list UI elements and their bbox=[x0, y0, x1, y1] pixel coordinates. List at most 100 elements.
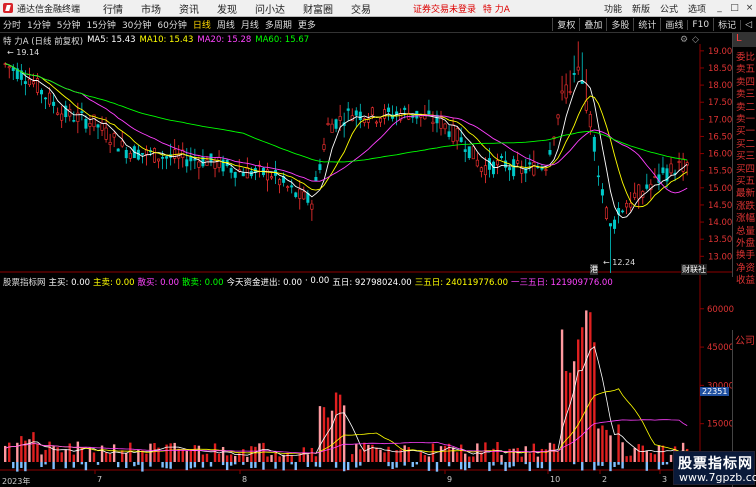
one-three-five-line bbox=[5, 419, 688, 454]
candle-body bbox=[487, 158, 491, 170]
flow-bar-positive bbox=[274, 452, 277, 462]
side-tab-9[interactable]: 买四 bbox=[733, 161, 756, 173]
price-axis-label: 17.00 bbox=[708, 115, 732, 125]
flow-bar-negative bbox=[342, 462, 346, 472]
candle-body bbox=[596, 175, 600, 178]
ma5-line bbox=[5, 63, 688, 219]
candle-body bbox=[483, 165, 487, 176]
side-tab-14[interactable]: 总量 bbox=[733, 223, 756, 235]
candle-body bbox=[613, 219, 617, 229]
candle-body bbox=[548, 150, 552, 155]
flow-bar-negative bbox=[665, 462, 669, 465]
flow-bar-negative bbox=[359, 462, 362, 466]
month-label: 7 bbox=[97, 475, 102, 484]
flow-bar-negative bbox=[540, 462, 544, 469]
flow-bar-negative bbox=[234, 462, 237, 465]
flow-bar-negative bbox=[294, 462, 297, 471]
side-tab-0[interactable]: 委比 bbox=[733, 49, 756, 61]
flow-bar-positive bbox=[455, 452, 459, 462]
candle-body bbox=[108, 142, 112, 145]
flow-bar-negative bbox=[395, 462, 398, 468]
side-tab-18[interactable]: 收益 bbox=[733, 272, 756, 284]
flow-bar-positive bbox=[548, 442, 552, 462]
kline-chart[interactable]: 19.00 18.50 18.00 17.50 17.00 16.50 16.00 15.50… bbox=[0, 0, 756, 487]
flow-bar-positive bbox=[185, 450, 188, 462]
side-tab-11[interactable]: 最新 bbox=[733, 185, 756, 197]
flow-bar-positive bbox=[625, 456, 628, 462]
candle-body bbox=[677, 161, 681, 163]
price-axis-label: 18.00 bbox=[708, 81, 732, 91]
five-day-label: 五日: 92798024.00 bbox=[332, 278, 412, 288]
side-tab-3[interactable]: 卖三 bbox=[733, 86, 756, 98]
side-tab-12[interactable]: 涨跌 bbox=[733, 198, 756, 210]
flow-bar-negative bbox=[617, 462, 620, 465]
flow-bar-positive bbox=[653, 454, 657, 462]
candle-body bbox=[116, 148, 120, 152]
flow-bar-positive bbox=[217, 453, 221, 462]
flow-bar-positive bbox=[145, 453, 148, 462]
candle-body bbox=[608, 223, 612, 227]
candle-body bbox=[378, 118, 382, 123]
side-tab-17[interactable]: 净资 bbox=[733, 260, 756, 272]
chart-close-icon[interactable]: ◇ bbox=[692, 35, 699, 45]
side-tab-1[interactable]: 卖五 bbox=[733, 61, 756, 73]
flow-bar-negative bbox=[411, 462, 414, 467]
side-tab-10[interactable]: 买五 bbox=[733, 173, 756, 185]
candle-body bbox=[233, 172, 237, 178]
flow-bar-positive bbox=[379, 449, 382, 462]
side-tab-company[interactable]: 公司 bbox=[735, 332, 755, 347]
flow-bar-positive bbox=[383, 452, 386, 462]
candle-body bbox=[459, 137, 463, 142]
flow-bar-positive bbox=[40, 454, 43, 462]
side-tab-8[interactable]: 买三 bbox=[733, 148, 756, 160]
candle-body bbox=[48, 92, 52, 105]
price-axis-label: 19.00 bbox=[708, 47, 732, 57]
price-axis-label: 16.00 bbox=[708, 150, 732, 160]
candle-body bbox=[584, 100, 588, 111]
side-marker[interactable]: L bbox=[733, 33, 756, 47]
watermark-title: 股票指标网 bbox=[678, 456, 753, 472]
flow-bar-positive bbox=[44, 449, 47, 462]
candle-body bbox=[44, 97, 48, 100]
side-tab-2[interactable]: 卖四 bbox=[733, 74, 756, 86]
flow-bar-positive bbox=[367, 444, 370, 462]
flow-bar-positive bbox=[125, 453, 128, 462]
one-three-five-day-label: 一三五日: 121909776.00 bbox=[510, 278, 613, 288]
flow-bar-negative bbox=[137, 462, 140, 465]
flow-bar-positive bbox=[286, 453, 289, 462]
candle-body bbox=[23, 81, 27, 84]
sub-indicator-title[interactable]: 股票指标网 bbox=[3, 276, 46, 288]
price-axis-label: 13.50 bbox=[708, 235, 732, 245]
side-tab-5[interactable]: 卖一 bbox=[733, 111, 756, 123]
flow-bar-positive bbox=[153, 443, 156, 462]
candle-body bbox=[455, 128, 459, 142]
side-tab-4[interactable]: 卖二 bbox=[733, 99, 756, 111]
candle-body bbox=[310, 203, 314, 210]
flow-bar-negative bbox=[84, 462, 88, 471]
candle-body bbox=[600, 189, 604, 196]
side-tab-7[interactable]: 买二 bbox=[733, 136, 756, 148]
candle-body bbox=[56, 112, 60, 115]
settings-gear-icon[interactable]: ⚙ bbox=[680, 35, 688, 45]
retail-sell-label: 散卖: 0.00 bbox=[182, 278, 224, 288]
flow-bar-positive bbox=[318, 406, 322, 462]
side-tab-15[interactable]: 外盘 bbox=[733, 235, 756, 247]
candle-body bbox=[491, 161, 495, 175]
flow-bar-negative bbox=[488, 462, 491, 472]
stock-title: 特 力A (日线 前复权) bbox=[3, 37, 84, 47]
candle-body bbox=[31, 81, 35, 85]
candle-body bbox=[185, 159, 189, 167]
side-tab-16[interactable]: 换手 bbox=[733, 247, 756, 259]
side-tab-13[interactable]: 涨幅 bbox=[733, 210, 756, 222]
flow-bar-positive bbox=[468, 456, 471, 462]
candle-body bbox=[241, 172, 245, 177]
flow-bar-positive bbox=[621, 442, 624, 462]
side-tab-6[interactable]: 买一 bbox=[733, 123, 756, 135]
flow-bar-negative bbox=[508, 462, 511, 468]
flow-bar-negative bbox=[141, 462, 144, 472]
candle-body bbox=[633, 192, 637, 198]
price-axis-label: 13.00 bbox=[708, 252, 732, 262]
candle-body bbox=[592, 136, 596, 152]
flow-bar-negative bbox=[447, 462, 451, 467]
candle-body bbox=[528, 162, 532, 165]
